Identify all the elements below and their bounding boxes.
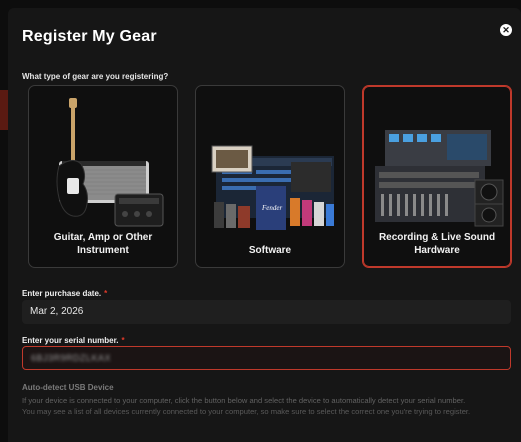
purchase-date-label: Enter purchase date. * [22,289,107,298]
auto-detect-description: If your device is connected to your comp… [22,395,506,417]
gear-option-recording-hardware[interactable]: Recording & Live Sound Hardware [362,85,512,268]
serial-number-value: 6BJ3R9RDZLKAX [31,353,112,363]
gear-option-label: Recording & Live Sound Hardware [378,232,496,256]
gear-option-guitar[interactable]: Guitar, Amp or Other Instrument [28,85,178,268]
gear-option-label: Software [248,245,292,256]
auto-detect-line-2: You may see a list of all devices curren… [22,407,471,416]
purchase-date-value: Mar 2, 2026 [30,306,84,317]
gear-option-software[interactable]: Fender Software [195,85,345,268]
software-boxes-image: Fender [211,145,334,230]
serial-number-field[interactable]: 6BJ3R9RDZLKAX [22,346,511,370]
mixing-console-image [375,130,504,227]
gear-type-question: What type of gear are you registering? [22,72,169,81]
svg-text:Fender: Fender [261,204,282,212]
gear-option-label: Guitar, Amp or Other Instrument [53,232,153,256]
serial-number-label: Enter your serial number. * [22,336,125,345]
modal-title: Register My Gear [22,28,157,45]
required-marker: * [104,289,108,298]
required-marker: * [121,336,125,345]
auto-detect-line-1: If your device is connected to your comp… [22,396,466,405]
close-icon[interactable]: ✕ [500,24,512,36]
purchase-date-label-text: Enter purchase date. [22,289,102,298]
guitar-amp-image [56,98,164,227]
serial-number-label-text: Enter your serial number. [22,336,119,345]
register-gear-modal: Register My Gear ✕ What type of gear are… [8,8,521,442]
auto-detect-title: Auto-detect USB Device [22,383,114,392]
purchase-date-field[interactable]: Mar 2, 2026 [22,300,511,324]
